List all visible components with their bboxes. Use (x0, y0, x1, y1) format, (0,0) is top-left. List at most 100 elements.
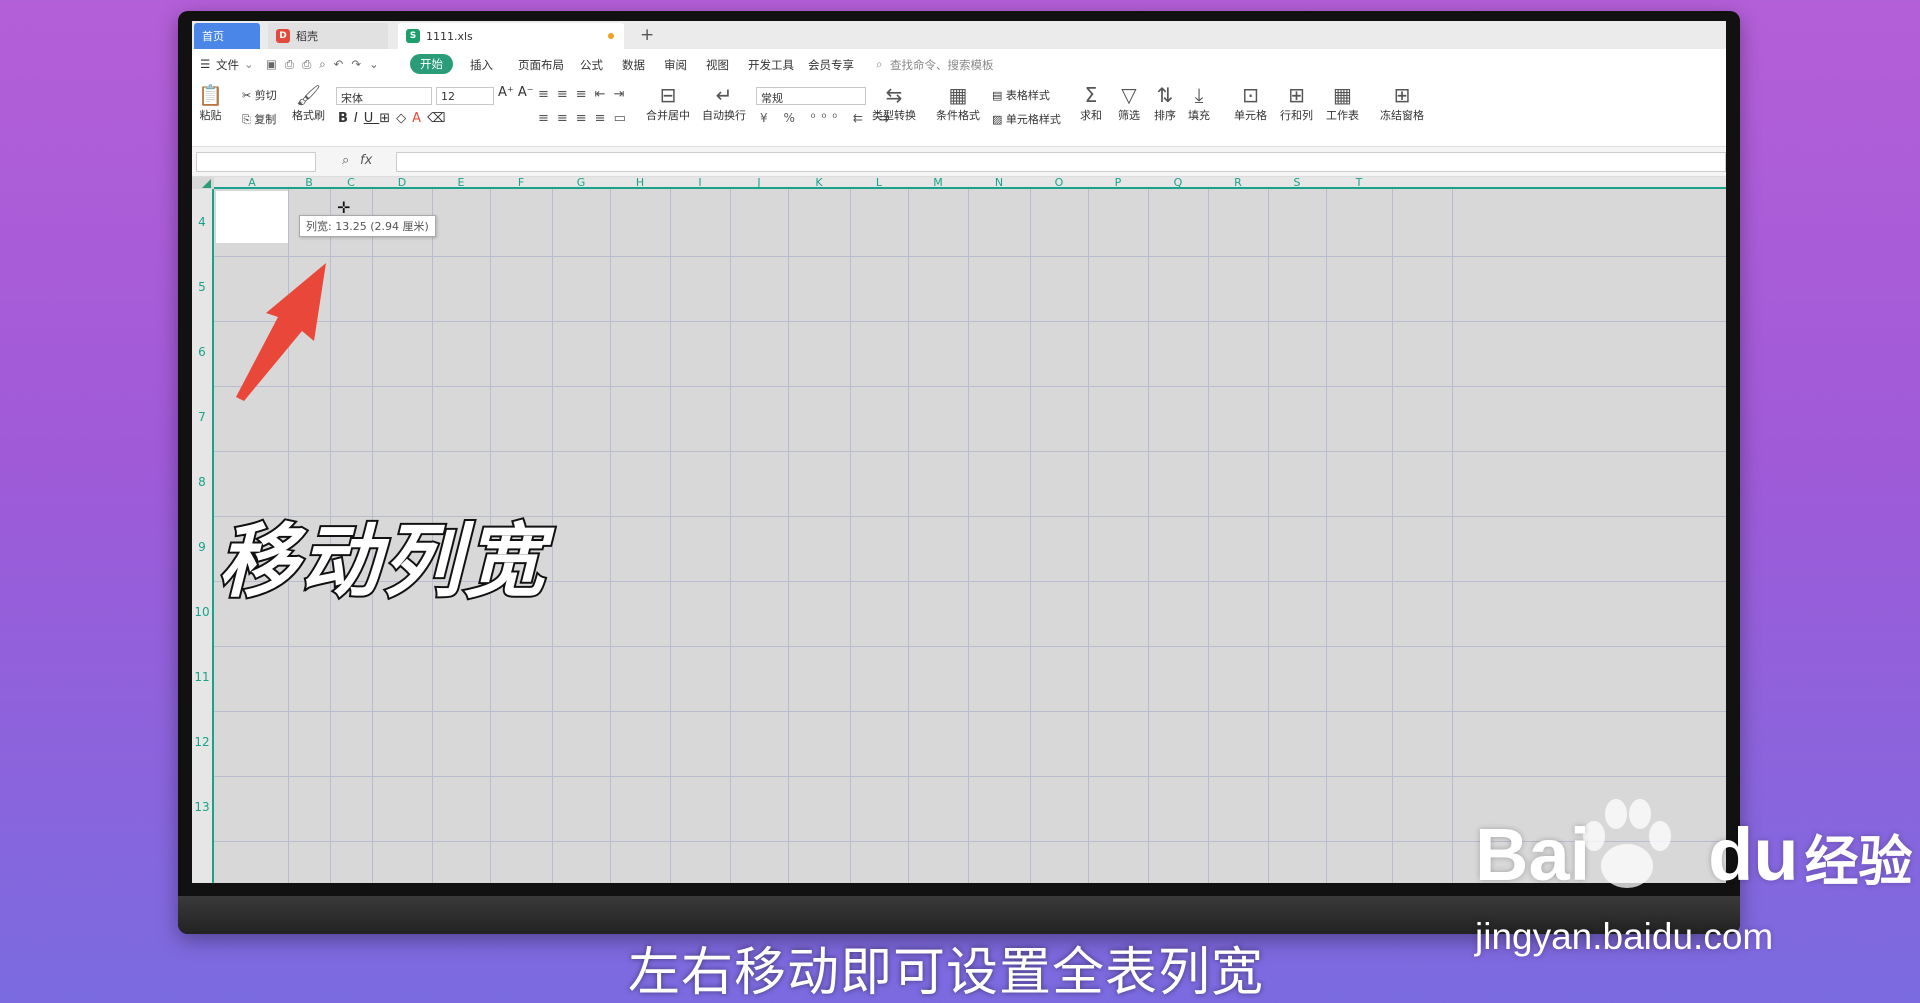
number-format-select[interactable]: 常规 (756, 87, 866, 105)
font-size-select[interactable]: 12 (436, 87, 494, 105)
zoom-icon[interactable]: ⌕ (342, 153, 349, 168)
column-header-K[interactable]: K (788, 177, 850, 189)
menu-developer[interactable]: 开发工具 (748, 57, 794, 73)
menu-data[interactable]: 数据 (622, 57, 645, 73)
conditional-format-button[interactable]: ▦ 条件格式 (936, 83, 980, 123)
row-header-7[interactable]: 7 (192, 410, 212, 424)
tab-home[interactable]: 首页 (194, 23, 260, 49)
menu-view[interactable]: 视图 (706, 57, 729, 73)
column-header-C[interactable]: C (330, 177, 372, 189)
menu-member[interactable]: 会员专享 (808, 57, 854, 73)
row-header[interactable]: 4 5 6 7 8 9 10 11 12 13 (192, 189, 214, 883)
menu-review[interactable]: 审阅 (664, 57, 687, 73)
subtitle-caption: 左右移动即可设置全表列宽 (628, 943, 1265, 1003)
select-all-corner-icon[interactable] (202, 179, 211, 188)
cell-style-button[interactable]: ▨ 单元格样式 (992, 111, 1061, 127)
paste-button[interactable]: 📋 粘贴 (198, 83, 223, 123)
sum-label: 求和 (1080, 109, 1102, 122)
column-header-O[interactable]: O (1030, 177, 1088, 189)
row-header-11[interactable]: 11 (192, 670, 212, 684)
tab-file[interactable]: S 1111.xls (398, 23, 624, 49)
search-icon[interactable]: ⌕ (876, 57, 882, 72)
menu-home[interactable]: 开始 (410, 54, 453, 74)
cell-button[interactable]: ⊡ 单元格 (1234, 83, 1267, 123)
row-header-10[interactable]: 10 (192, 605, 212, 619)
column-header-D[interactable]: D (372, 177, 432, 189)
font-family-select[interactable]: 宋体 (336, 87, 432, 105)
row-header-9[interactable]: 9 (192, 540, 212, 554)
new-tab-plus-icon[interactable]: + (640, 25, 654, 45)
chevron-down-icon[interactable]: ⌄ (244, 57, 254, 71)
fx-icon[interactable]: fx (360, 153, 372, 168)
tab-docer[interactable]: D 稻壳 (268, 23, 388, 49)
menu-file[interactable]: 文件 (216, 57, 239, 73)
quick-toolbar-icons[interactable]: ▣⎙⎙⌕↶↷⌄ (266, 57, 387, 72)
merge-center-button[interactable]: ⊟ 合并居中 (646, 83, 690, 123)
filter-icon: ▽ (1121, 83, 1137, 107)
row-header-6[interactable]: 6 (192, 345, 212, 359)
convert-type-button[interactable]: ⇆ 类型转换 (872, 83, 916, 123)
column-header-M[interactable]: M (908, 177, 968, 189)
column-header-S[interactable]: S (1268, 177, 1326, 189)
row-header-4[interactable]: 4 (192, 215, 212, 229)
ribbon: 📋 粘贴 ✂ 剪切 ⎘ 复制 🖌 格式刷 宋体 12 A⁺ A⁻ BIU⊞◇A⌫ ≡… (192, 79, 1726, 147)
menu-insert[interactable]: 插入 (470, 57, 493, 73)
formula-input[interactable] (396, 152, 1726, 172)
sum-button[interactable]: Σ 求和 (1080, 83, 1102, 123)
search-command[interactable]: 查找命令、搜索模板 (890, 57, 994, 73)
grid-column-line (610, 189, 611, 883)
column-header-P[interactable]: P (1088, 177, 1148, 189)
resize-cursor-icon: ✛ (337, 198, 351, 217)
name-box[interactable] (196, 152, 316, 172)
menu-file-icon[interactable]: ☰ (200, 57, 210, 71)
column-header-E[interactable]: E (432, 177, 490, 189)
tab-docer-label: 稻壳 (296, 30, 318, 43)
column-header-A[interactable]: A (216, 177, 288, 189)
filter-button[interactable]: ▽ 筛选 (1118, 83, 1140, 123)
row-header-13[interactable]: 13 (192, 800, 212, 814)
row-header-8[interactable]: 8 (192, 475, 212, 489)
font-style-icons[interactable]: BIU⊞◇A⌫ (338, 111, 451, 126)
menu-formula[interactable]: 公式 (580, 57, 603, 73)
freeze-panes-button[interactable]: ⊞ 冻结窗格 (1380, 83, 1424, 123)
column-header[interactable]: ABCDEFGHIJKLMNOPQRST (214, 177, 1726, 189)
grid-row-line (214, 321, 1726, 322)
column-header-G[interactable]: G (552, 177, 610, 189)
font-grow-shrink-icons[interactable]: A⁺ A⁻ (498, 85, 534, 100)
wrap-label: 自动换行 (702, 109, 746, 122)
column-header-L[interactable]: L (850, 177, 908, 189)
grid-row-line (214, 711, 1726, 712)
selected-cell-a4[interactable] (216, 191, 288, 243)
column-header-Q[interactable]: Q (1148, 177, 1208, 189)
tab-bar: 首页 D 稻壳 S 1111.xls + (192, 21, 1726, 49)
column-header-T[interactable]: T (1326, 177, 1392, 189)
row-header-12[interactable]: 12 (192, 735, 212, 749)
copy-button[interactable]: ⎘ 复制 (242, 111, 276, 127)
menu-page-layout[interactable]: 页面布局 (518, 57, 564, 73)
column-header-F[interactable]: F (490, 177, 552, 189)
grid-column-line (850, 189, 851, 883)
format-painter-button[interactable]: 🖌 格式刷 (292, 83, 325, 123)
wrap-text-button[interactable]: ↵ 自动换行 (702, 83, 746, 123)
baidu-brand-cn: 经验 (1804, 832, 1913, 892)
align-icons-top[interactable]: ≡≡≡⇤⇥ (538, 87, 632, 102)
align-icons-bottom[interactable]: ≡≡≡≡▭ (538, 111, 634, 126)
column-header-H[interactable]: H (610, 177, 670, 189)
column-header-I[interactable]: I (670, 177, 730, 189)
format-painter-label: 格式刷 (292, 109, 325, 122)
row-col-button[interactable]: ⊞ 行和列 (1280, 83, 1313, 123)
sort-button[interactable]: ⇅ 排序 (1154, 83, 1176, 123)
cell-label: 单元格 (1234, 109, 1267, 122)
column-header-R[interactable]: R (1208, 177, 1268, 189)
column-header-J[interactable]: J (730, 177, 788, 189)
table-style-button[interactable]: ▤ 表格样式 (992, 87, 1050, 103)
row-header-5[interactable]: 5 (192, 280, 212, 294)
column-width-tooltip: 列宽: 13.25 (2.94 厘米) (299, 215, 436, 237)
column-header-B[interactable]: B (288, 177, 330, 189)
worksheet-button[interactable]: ▦ 工作表 (1326, 83, 1359, 123)
cond-format-icon: ▦ (948, 83, 968, 107)
column-header-N[interactable]: N (968, 177, 1030, 189)
sigma-icon: Σ (1084, 83, 1098, 107)
fill-button[interactable]: ⤓ 填充 (1188, 83, 1210, 123)
cut-button[interactable]: ✂ 剪切 (242, 87, 277, 103)
